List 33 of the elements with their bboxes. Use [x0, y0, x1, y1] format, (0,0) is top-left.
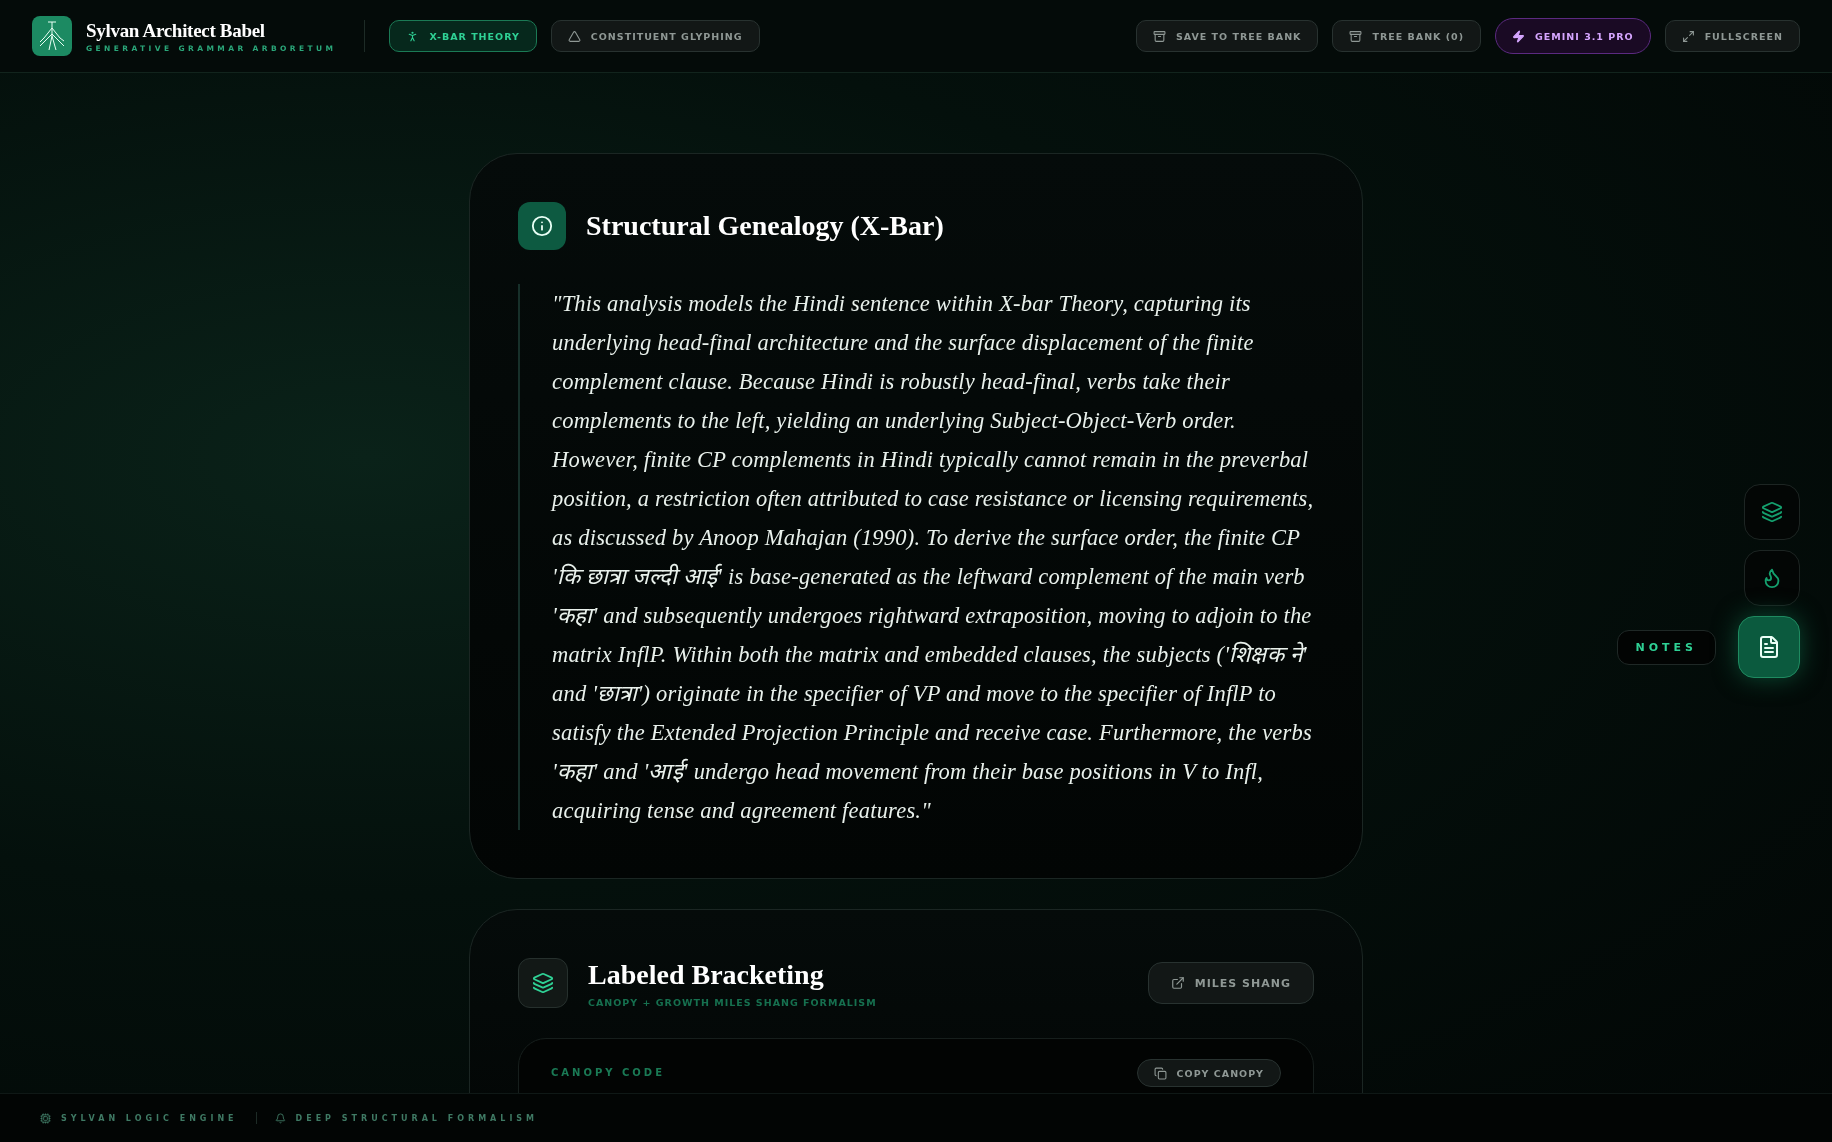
- layers-icon: [1761, 501, 1783, 523]
- side-rail-button[interactable]: [1738, 616, 1800, 678]
- external-link-icon: [1170, 976, 1185, 990]
- external-link-button[interactable]: MILES SHANG: [1147, 962, 1314, 1004]
- tree-logo-icon: [32, 16, 72, 56]
- fullscreen-button[interactable]: FULLSCREEN: [1664, 20, 1800, 52]
- card-subtitle: CANOPY + GROWTH MILES SHANG FORMALISM: [588, 996, 878, 1008]
- copy-button[interactable]: COPY CANOPY: [1136, 1059, 1281, 1087]
- archive-icon: [1349, 29, 1363, 43]
- tooltip: NOTES: [1616, 629, 1716, 665]
- info-icon: [518, 202, 566, 250]
- expand-icon: [1681, 29, 1695, 43]
- chip-icon: [40, 1112, 51, 1124]
- side-rail-button[interactable]: [1744, 484, 1800, 540]
- status-text: DEEP STRUCTURAL FORMALISM: [295, 1113, 539, 1123]
- app-title: Sylvan Architect Babel: [86, 19, 266, 42]
- code-label: CANOPY CODE: [551, 1067, 665, 1078]
- status-text: SYLVAN LOGIC ENGINE: [61, 1113, 238, 1123]
- tree-bank-button[interactable]: SAVE TO TREE BANK: [1135, 20, 1319, 52]
- card-title: Structural Genealogy (X-Bar): [586, 210, 944, 242]
- mode-tab[interactable]: X-BAR THEORY: [389, 20, 537, 52]
- model-button[interactable]: GEMINI 3.1 PRO: [1495, 18, 1651, 54]
- mode-tab[interactable]: CONSTITUENT GLYPHING: [550, 20, 760, 52]
- lightning-icon: [1512, 29, 1526, 43]
- analysis-quote: "This analysis models the Hindi sentence within X-bar Theory, capturing its underlying head-final architecture and the surface displacement of the finite complement clause. Because Hindi is robustly head-final, verbs take their complements to the left, yielding an underlying Subject-Object-Verb order. However, finite CP complements in Hindi typically cannot remain in the preverbal position, a restriction often attributed to case resistance or licensing requirements, as discussed by Anoop Mahajan (1990). To derive the surface order, the finite CP 'कि छात्रा जल्दी आई' is base-generated as the leftward complement of the main verb 'कहा' and subsequently undergoes rightward extraposition, moving to adjoin to the matrix InflP. Within both the matrix and embedded clauses, the subjects ('शिक्षक ने' and 'छात्रा') originate in the specifier of VP and move to the specifier of InflP to satisfy the Extended Projection Principle and receive case. Furthermore, the verbs 'कहा' and 'आई' undergo head movement from their base positions in V to Infl, acquiring tense and agreement features.": [518, 284, 1314, 830]
- document-icon: [1757, 635, 1781, 659]
- archive-icon: [1152, 29, 1166, 43]
- bell-icon: [274, 1112, 286, 1124]
- triangle-icon: [567, 29, 581, 43]
- card-title: Labeled Bracketing: [588, 958, 825, 991]
- layers-icon: [518, 958, 568, 1008]
- tree-bank-button[interactable]: TREE BANK (0): [1332, 20, 1482, 52]
- copy-icon: [1153, 1066, 1167, 1080]
